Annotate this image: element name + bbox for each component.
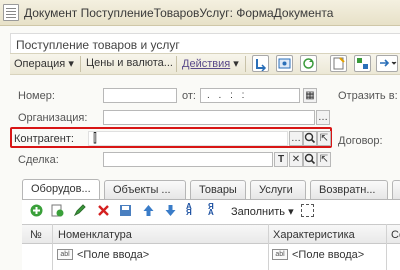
window-title: Документ ПоступлениеТоваровУслуг: ФормаД…	[24, 6, 334, 20]
open-icon[interactable]: ⇱	[317, 131, 331, 146]
contract-label: Договор:	[338, 135, 383, 147]
tab-goods[interactable]: Товары	[190, 180, 246, 199]
copy-row-icon[interactable]	[51, 204, 64, 217]
edit-icon[interactable]	[73, 204, 86, 217]
toolbar-separator	[245, 56, 246, 72]
select-area-icon[interactable]	[301, 204, 314, 217]
select-button[interactable]: …	[316, 110, 330, 125]
tab-equipment[interactable]: Оборудов...	[22, 179, 100, 200]
number-field[interactable]	[103, 88, 177, 103]
date-field-value: . . : :	[207, 90, 248, 101]
tab-returnable[interactable]: Возвратн...	[310, 180, 388, 199]
dropdown-arrow-icon: ▾	[233, 58, 239, 70]
date-from-label: от:	[182, 90, 196, 102]
move-down-icon[interactable]	[164, 204, 177, 217]
column-characteristic[interactable]: Характеристика	[273, 229, 355, 241]
counterparty-field[interactable]	[88, 131, 288, 146]
text-field-icon: abl	[272, 249, 288, 260]
date-field[interactable]: . . : :	[200, 88, 300, 103]
organization-field[interactable]	[103, 110, 315, 125]
search-icon[interactable]	[303, 152, 317, 167]
tab-services[interactable]: Услуги	[250, 180, 306, 199]
dropdown-arrow-icon: ▾	[288, 206, 294, 218]
post-document-icon[interactable]	[252, 55, 269, 72]
add-row-icon[interactable]	[30, 204, 43, 217]
open-icon[interactable]: ⇱	[317, 152, 331, 167]
calendar-icon[interactable]: ▦	[303, 88, 317, 103]
row-nomenclature[interactable]: <Поле ввода>	[77, 249, 149, 261]
tab-objects[interactable]: Объекты ...	[104, 180, 186, 199]
column-nomenclature[interactable]: Номенклатура	[58, 229, 132, 241]
column-divider	[386, 224, 387, 270]
operation-menu[interactable]: Операция ▾	[14, 57, 74, 70]
clear-icon[interactable]: ✕	[289, 152, 303, 167]
search-icon[interactable]	[303, 131, 317, 146]
sort-descending-icon[interactable]: ЯA	[208, 203, 221, 217]
deal-label: Сделка:	[18, 154, 59, 166]
structure-icon[interactable]	[354, 55, 371, 72]
deal-field[interactable]	[103, 152, 273, 167]
reflect-in-label: Отразить в:	[338, 90, 398, 102]
toolbar-separator	[176, 56, 177, 72]
select-button[interactable]: …	[289, 131, 303, 146]
text-field-icon: abl	[57, 249, 73, 260]
go-to-icon[interactable]	[376, 55, 398, 72]
dropdown-arrow-icon: ▾	[68, 58, 74, 70]
text-cursor-icon: ⫿	[93, 131, 97, 145]
delete-icon[interactable]	[97, 204, 110, 217]
column-divider	[268, 224, 269, 270]
number-label: Номер:	[18, 90, 55, 102]
document-icon	[3, 4, 19, 21]
column-number[interactable]: №	[30, 229, 42, 241]
document-new-icon[interactable]	[330, 55, 347, 72]
actions-menu[interactable]: Действия ▾	[182, 57, 239, 70]
column-series[interactable]: Се	[391, 229, 400, 241]
toolbar-separator	[80, 56, 81, 72]
tab-more[interactable]	[392, 180, 400, 199]
view-icon[interactable]	[276, 55, 293, 72]
refresh-icon[interactable]	[300, 55, 317, 72]
save-row-icon[interactable]	[119, 204, 132, 217]
sort-ascending-icon[interactable]: AЯ	[186, 203, 199, 217]
form-title: Поступление товаров и услуг	[16, 38, 180, 52]
counterparty-label: Контрагент:	[14, 133, 74, 145]
fill-menu[interactable]: Заполнить ▾	[231, 205, 294, 218]
move-up-icon[interactable]	[142, 204, 155, 217]
column-divider	[52, 224, 53, 270]
row-characteristic[interactable]: <Поле ввода>	[292, 249, 364, 261]
organization-label: Организация:	[18, 112, 88, 124]
type-button[interactable]: T	[274, 152, 288, 167]
prices-button[interactable]: Цены и валюта...	[86, 57, 173, 69]
